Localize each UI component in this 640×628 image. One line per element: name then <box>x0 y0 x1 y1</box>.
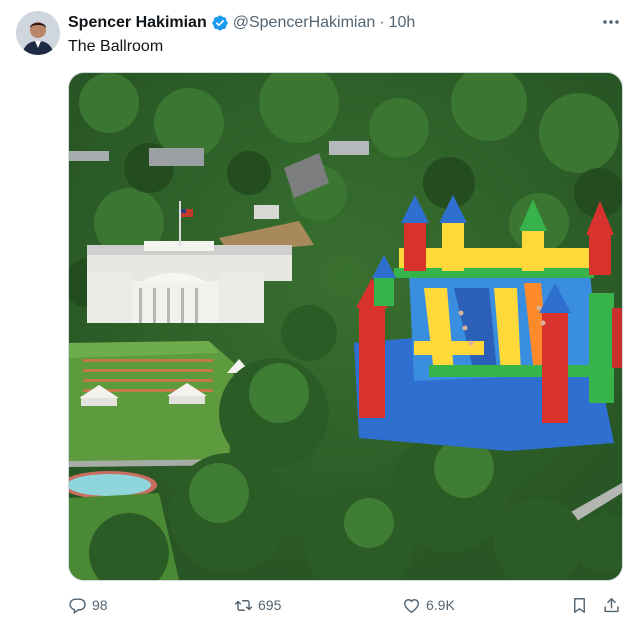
repost-icon <box>234 599 253 611</box>
avatar-image <box>16 11 60 55</box>
author-name[interactable]: Spencer Hakimian <box>68 14 207 32</box>
repost-button[interactable]: 695 <box>234 592 281 618</box>
tweet-text: The Ballroom <box>68 38 164 55</box>
more-options-icon[interactable] <box>600 14 622 30</box>
like-count: 6.9K <box>426 597 455 613</box>
share-icon <box>604 597 619 612</box>
verified-badge-icon <box>211 14 229 32</box>
bookmark-icon <box>574 597 585 613</box>
separator-dot: · <box>379 14 385 31</box>
aerial-photo <box>69 73 622 580</box>
like-icon <box>404 598 419 613</box>
reply-button[interactable]: 98 <box>68 592 108 618</box>
share-button[interactable] <box>602 592 626 618</box>
author-handle[interactable]: @SpencerHakimian <box>233 14 376 32</box>
reply-count: 98 <box>92 597 108 613</box>
avatar[interactable] <box>16 11 60 55</box>
post-time[interactable]: 10h <box>389 14 416 32</box>
like-button[interactable]: 6.9K <box>402 592 455 618</box>
tweet-media-image[interactable] <box>68 72 623 581</box>
bookmark-button[interactable] <box>570 592 594 618</box>
tweet-header: Spencer Hakimian @SpencerHakimian · 10h <box>68 12 620 34</box>
tweet-actions: 98 695 6.9K <box>68 592 622 618</box>
repost-count: 695 <box>258 597 282 613</box>
reply-icon <box>69 597 86 614</box>
